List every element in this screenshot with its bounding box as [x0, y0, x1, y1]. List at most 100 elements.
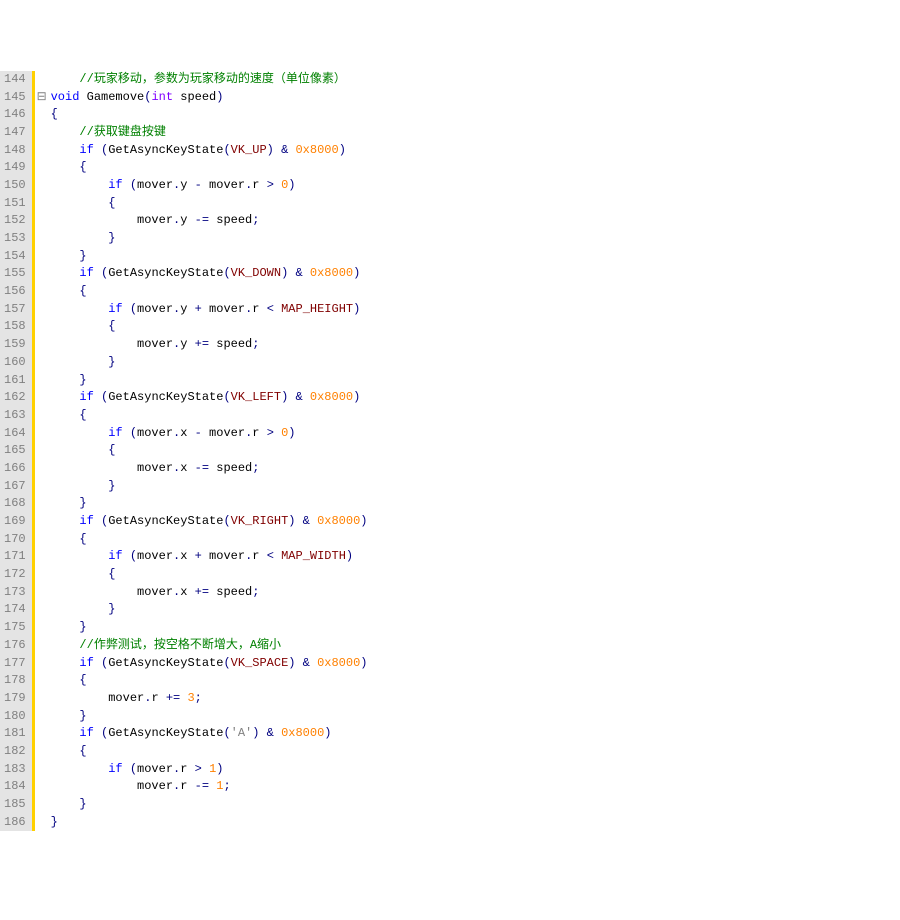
code-line[interactable]: {	[51, 672, 368, 690]
code-line[interactable]: {	[51, 283, 368, 301]
token: mover	[51, 337, 173, 351]
token: (	[130, 178, 137, 192]
code-line[interactable]: }	[51, 708, 368, 726]
code-line[interactable]: if (GetAsyncKeyState(VK_DOWN) & 0x8000)	[51, 265, 368, 283]
code-line[interactable]: }	[51, 495, 368, 513]
token: )	[216, 90, 223, 104]
code-line[interactable]: {	[51, 566, 368, 584]
code-line[interactable]: {	[51, 531, 368, 549]
fold-marker	[35, 407, 49, 425]
token: -	[195, 178, 202, 192]
token: {	[79, 408, 86, 422]
token	[274, 143, 281, 157]
code-line[interactable]: }	[51, 619, 368, 637]
token: VK_SPACE	[231, 656, 289, 670]
code-content[interactable]: //玩家移动，参数为玩家移动的速度（单位像素）void Gamemove(int…	[49, 71, 368, 832]
code-line[interactable]: if (GetAsyncKeyState(VK_SPACE) & 0x8000)	[51, 655, 368, 673]
code-line[interactable]: {	[51, 743, 368, 761]
line-number: 152	[4, 212, 26, 230]
token	[51, 620, 80, 634]
code-line[interactable]: if (GetAsyncKeyState(VK_LEFT) & 0x8000)	[51, 389, 368, 407]
line-number: 147	[4, 124, 26, 142]
code-line[interactable]: {	[51, 106, 368, 124]
token	[310, 656, 317, 670]
code-line[interactable]: //获取键盘按键	[51, 124, 368, 142]
token: y	[180, 213, 194, 227]
code-line[interactable]: void Gamemove(int speed)	[51, 89, 368, 107]
token: GetAsyncKeyState	[108, 514, 223, 528]
code-line[interactable]: {	[51, 159, 368, 177]
token	[274, 302, 281, 316]
code-line[interactable]: }	[51, 372, 368, 390]
fold-marker	[35, 372, 49, 390]
token	[51, 390, 80, 404]
token	[123, 762, 130, 776]
token: if	[108, 178, 122, 192]
code-line[interactable]: mover.r += 3;	[51, 690, 368, 708]
token	[51, 656, 80, 670]
line-number: 170	[4, 531, 26, 549]
token: VK_UP	[231, 143, 267, 157]
code-line[interactable]: if (mover.y - mover.r > 0)	[51, 177, 368, 195]
token	[51, 284, 80, 298]
code-line[interactable]: //玩家移动，参数为玩家移动的速度（单位像素）	[51, 71, 368, 89]
token: GetAsyncKeyState	[108, 726, 223, 740]
code-line[interactable]: }	[51, 248, 368, 266]
token: r	[252, 302, 266, 316]
token: mover	[137, 762, 173, 776]
code-line[interactable]: if (GetAsyncKeyState('A') & 0x8000)	[51, 725, 368, 743]
code-line[interactable]: if (mover.r > 1)	[51, 761, 368, 779]
code-line[interactable]: mover.x += speed;	[51, 584, 368, 602]
line-number: 155	[4, 265, 26, 283]
code-line[interactable]: }	[51, 814, 368, 832]
code-line[interactable]: mover.x -= speed;	[51, 460, 368, 478]
token	[274, 178, 281, 192]
token	[310, 514, 317, 528]
token: )	[360, 656, 367, 670]
token: (	[130, 302, 137, 316]
fold-marker	[35, 248, 49, 266]
code-line[interactable]: mover.r -= 1;	[51, 778, 368, 796]
line-number: 173	[4, 584, 26, 602]
code-line[interactable]: mover.y -= speed;	[51, 212, 368, 230]
token: VK_RIGHT	[231, 514, 289, 528]
token: +=	[166, 691, 180, 705]
code-line[interactable]: }	[51, 478, 368, 496]
code-line[interactable]: if (mover.x + mover.r < MAP_WIDTH)	[51, 548, 368, 566]
code-line[interactable]: }	[51, 230, 368, 248]
code-line[interactable]: if (mover.y + mover.r < MAP_HEIGHT)	[51, 301, 368, 319]
token: x	[180, 585, 194, 599]
code-line[interactable]: if (mover.x - mover.r > 0)	[51, 425, 368, 443]
token: (	[223, 143, 230, 157]
token: )	[339, 143, 346, 157]
code-line[interactable]: {	[51, 318, 368, 336]
code-line[interactable]: //作弊测试，按空格不断增大，A缩小	[51, 637, 368, 655]
code-line[interactable]: }	[51, 796, 368, 814]
token: ;	[252, 585, 259, 599]
token	[94, 266, 101, 280]
code-line[interactable]: if (GetAsyncKeyState(VK_RIGHT) & 0x8000)	[51, 513, 368, 531]
fold-marker[interactable]: ⊟	[35, 89, 49, 107]
token: mover	[202, 426, 245, 440]
token: 0x8000	[310, 266, 353, 280]
line-number: 174	[4, 601, 26, 619]
token: {	[108, 196, 115, 210]
code-line[interactable]: {	[51, 407, 368, 425]
code-line[interactable]: }	[51, 354, 368, 372]
fold-marker	[35, 725, 49, 743]
token: &	[295, 266, 302, 280]
code-line[interactable]: if (GetAsyncKeyState(VK_UP) & 0x8000)	[51, 142, 368, 160]
token: (	[130, 426, 137, 440]
token: mover	[137, 178, 173, 192]
token: ;	[223, 779, 230, 793]
token: speed	[209, 461, 252, 475]
token: 1	[209, 762, 216, 776]
token	[274, 426, 281, 440]
code-line[interactable]: {	[51, 442, 368, 460]
code-line[interactable]: {	[51, 195, 368, 213]
line-number: 154	[4, 248, 26, 266]
line-number: 171	[4, 548, 26, 566]
token	[51, 249, 80, 263]
code-line[interactable]: mover.y += speed;	[51, 336, 368, 354]
code-line[interactable]: }	[51, 601, 368, 619]
